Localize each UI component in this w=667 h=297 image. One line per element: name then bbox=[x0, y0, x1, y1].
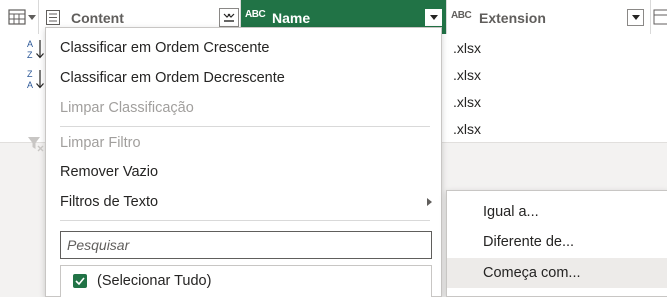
begins-with-item[interactable]: Começa com... bbox=[447, 258, 667, 288]
search-input[interactable]: Pesquisar bbox=[60, 231, 432, 259]
sort-ascending-item[interactable]: A Z Classificar em Ordem Crescente bbox=[27, 34, 441, 62]
chevron-right-icon bbox=[426, 197, 432, 207]
column-filter-menu: A Z Classificar em Ordem Crescente Z A C… bbox=[27, 27, 442, 297]
table-icon[interactable] bbox=[8, 8, 26, 26]
svg-text:Z: Z bbox=[27, 50, 33, 60]
extension-column-label: Extension bbox=[479, 10, 546, 26]
text-filters-label: Filtros de Texto bbox=[60, 194, 159, 210]
expand-column-icon[interactable] bbox=[219, 8, 239, 27]
begins-with-label: Começa com... bbox=[483, 265, 581, 281]
extension-cell: .xlsx bbox=[453, 121, 481, 137]
select-all-checkbox[interactable] bbox=[73, 274, 87, 288]
value-checklist: (Selecionar Tudo) bbox=[60, 265, 432, 297]
table-icon bbox=[653, 9, 667, 25]
content-column-label: Content bbox=[71, 10, 124, 26]
sort-ascending-label: Classificar em Ordem Crescente bbox=[60, 40, 270, 56]
extension-cell: .xlsx bbox=[453, 40, 481, 56]
name-column-label: Name bbox=[272, 10, 311, 26]
text-filters-item[interactable]: Filtros de Texto bbox=[46, 188, 441, 216]
equals-label: Igual a... bbox=[483, 204, 539, 220]
list-type-icon bbox=[45, 9, 61, 25]
extension-cell: .xlsx bbox=[453, 94, 481, 110]
menu-divider bbox=[60, 220, 430, 221]
clear-filter-item: Limpar Filtro bbox=[28, 129, 441, 157]
extension-filter-button[interactable] bbox=[627, 9, 644, 26]
clear-sort-item: Limpar Classificação bbox=[46, 94, 441, 122]
clear-filter-label: Limpar Filtro bbox=[60, 135, 141, 151]
clear-filter-icon bbox=[26, 133, 44, 153]
select-all-label: (Selecionar Tudo) bbox=[97, 273, 212, 289]
text-filters-submenu: Igual a... Diferente de... Começa com... bbox=[446, 190, 667, 297]
svg-text:A: A bbox=[27, 80, 33, 90]
clear-sort-label: Limpar Classificação bbox=[60, 100, 194, 116]
svg-text:Z: Z bbox=[27, 69, 33, 79]
equals-item[interactable]: Igual a... bbox=[447, 197, 667, 227]
not-equals-item[interactable]: Diferente de... bbox=[447, 227, 667, 257]
name-filter-button[interactable] bbox=[425, 9, 442, 26]
sort-descending-icon: Z A bbox=[26, 68, 44, 90]
sort-descending-label: Classificar em Ordem Decrescente bbox=[60, 70, 285, 86]
extension-cell: .xlsx bbox=[453, 67, 481, 83]
not-equals-label: Diferente de... bbox=[483, 234, 575, 250]
chevron-down-icon[interactable] bbox=[27, 12, 37, 22]
sort-descending-item[interactable]: Z A Classificar em Ordem Decrescente bbox=[27, 64, 441, 92]
remove-empty-item[interactable]: Remover Vazio bbox=[46, 158, 441, 186]
abc-type-icon: ABC bbox=[451, 10, 472, 21]
abc-type-icon: ABC bbox=[245, 9, 266, 20]
sort-ascending-icon: A Z bbox=[26, 38, 44, 60]
remove-empty-label: Remover Vazio bbox=[60, 164, 159, 180]
menu-divider bbox=[60, 126, 430, 127]
svg-text:A: A bbox=[27, 39, 33, 49]
search-placeholder: Pesquisar bbox=[67, 237, 130, 253]
